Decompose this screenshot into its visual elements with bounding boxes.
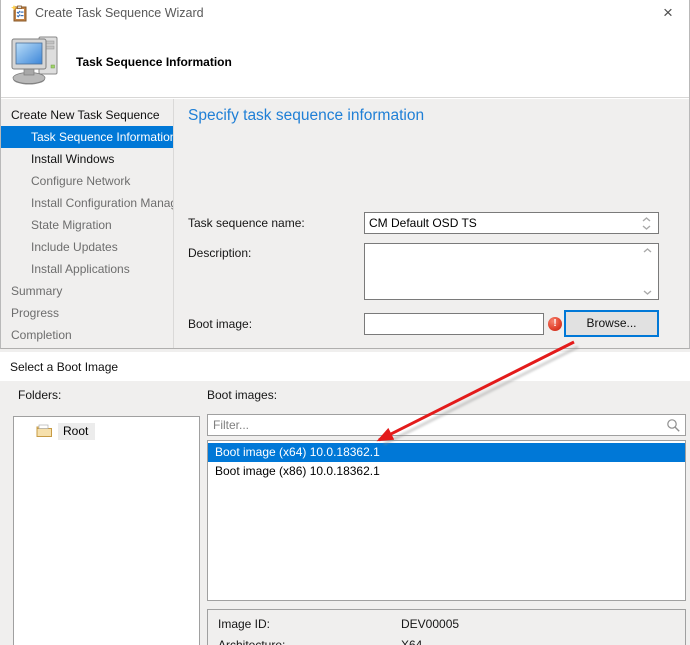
detail-row-architecture: Architecture: X64 xyxy=(218,638,422,645)
sidebar-item-install-configuration-manager[interactable]: Install Configuration Manager xyxy=(1,192,173,214)
chevron-down-icon xyxy=(642,225,651,230)
name-input-scroll-arrows[interactable] xyxy=(642,217,651,230)
sidebar-item-create-new-task-sequence[interactable]: Create New Task Sequence xyxy=(1,104,173,126)
search-icon xyxy=(666,418,681,436)
folders-label: Folders: xyxy=(18,388,62,402)
sidebar-item-include-updates[interactable]: Include Updates xyxy=(1,236,173,258)
sidebar-item-configure-network[interactable]: Configure Network xyxy=(1,170,173,192)
wizard-page-header: Task Sequence Information xyxy=(1,28,689,98)
description-scroll-down[interactable] xyxy=(643,290,652,295)
chevron-up-icon xyxy=(643,248,652,253)
image-id-value: DEV00005 xyxy=(401,617,460,631)
boot-image-details-panel: Image ID: DEV00005 Architecture: X64 xyxy=(207,609,686,645)
sidebar-item-completion[interactable]: Completion xyxy=(1,324,173,346)
list-item-boot-image-x86[interactable]: Boot image (x86) 10.0.18362.1 xyxy=(208,462,685,481)
page-heading: Specify task sequence information xyxy=(188,107,425,124)
create-task-sequence-wizard-window: Create Task Sequence Wizard × Task Seque… xyxy=(0,0,690,349)
error-icon: ! xyxy=(548,317,562,331)
boot-image-label: Boot image: xyxy=(188,317,253,331)
description-scroll-up[interactable] xyxy=(643,248,652,253)
task-sequence-name-input[interactable] xyxy=(364,212,659,234)
filter-field xyxy=(207,414,686,436)
boot-images-label: Boot images: xyxy=(207,388,278,402)
chevron-down-icon xyxy=(643,290,652,295)
browse-button[interactable]: Browse... xyxy=(564,310,659,337)
boot-image-input[interactable] xyxy=(364,313,544,335)
sidebar-item-progress[interactable]: Progress xyxy=(1,302,173,324)
image-id-label: Image ID: xyxy=(218,617,271,631)
chevron-up-icon xyxy=(642,217,651,222)
sidebar-item-install-applications[interactable]: Install Applications xyxy=(1,258,173,280)
title-bar: Create Task Sequence Wizard × xyxy=(1,0,689,28)
folders-tree-panel: Root xyxy=(13,416,200,645)
select-boot-image-title: Select a Boot Image xyxy=(10,360,119,374)
task-sequence-name-label: Task sequence name: xyxy=(188,216,305,230)
sidebar-item-task-sequence-information[interactable]: Task Sequence Information xyxy=(1,126,173,148)
wizard-page-content: Specify task sequence information Task s… xyxy=(175,99,689,348)
boot-images-list: Boot image (x64) 10.0.18362.1 Boot image… xyxy=(207,440,686,601)
window-title: Create Task Sequence Wizard xyxy=(35,6,204,20)
architecture-value: X64 xyxy=(401,638,423,645)
close-icon[interactable]: × xyxy=(656,1,680,25)
sidebar-item-state-migration[interactable]: State Migration xyxy=(1,214,173,236)
wizard-navigation-sidebar: Create New Task Sequence Task Sequence I… xyxy=(1,99,174,348)
list-item-boot-image-x64[interactable]: Boot image (x64) 10.0.18362.1 xyxy=(208,443,685,462)
screenshot-root: Create Task Sequence Wizard × Task Seque… xyxy=(0,0,690,645)
detail-row-image-id: Image ID: DEV00005 xyxy=(218,617,459,631)
sidebar-item-install-windows[interactable]: Install Windows xyxy=(1,148,173,170)
folder-icon xyxy=(36,424,52,437)
wizard-body: Create New Task Sequence Task Sequence I… xyxy=(1,99,689,348)
tree-item-root[interactable]: Root xyxy=(36,422,96,440)
description-input[interactable] xyxy=(364,243,659,300)
select-boot-image-dialog: Select a Boot Image Folders: Boot images… xyxy=(0,352,690,645)
wizard-icon xyxy=(11,5,28,22)
select-boot-image-title-bar: Select a Boot Image xyxy=(0,352,690,381)
sidebar-item-summary[interactable]: Summary xyxy=(1,280,173,302)
tree-item-root-label[interactable]: Root xyxy=(58,422,96,440)
filter-input[interactable] xyxy=(208,415,685,435)
architecture-label: Architecture: xyxy=(218,638,286,645)
description-label: Description: xyxy=(188,246,252,260)
computer-icon xyxy=(9,32,65,91)
wizard-page-title: Task Sequence Information xyxy=(76,55,232,69)
